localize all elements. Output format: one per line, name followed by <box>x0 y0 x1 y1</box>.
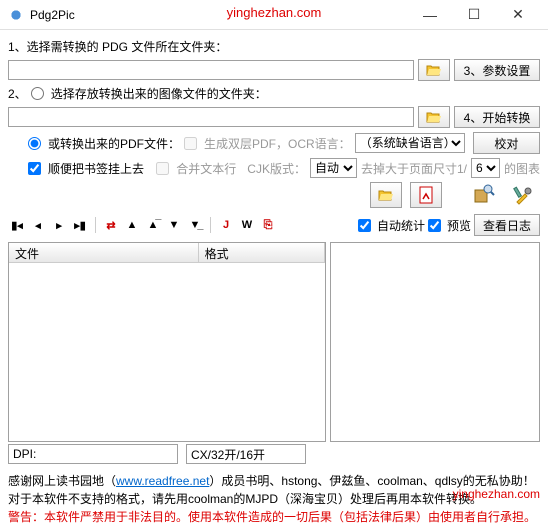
wrench-screwdriver-icon <box>513 184 535 206</box>
list-header: 文件 格式 <box>9 243 325 263</box>
cjk-label: CJK版式： <box>247 160 306 177</box>
pdf-export-button[interactable] <box>410 182 442 208</box>
bookmark-check[interactable] <box>28 162 41 175</box>
prev-button[interactable]: ◂ <box>29 216 47 234</box>
preview-label: 预览 <box>447 217 471 234</box>
box-search-icon <box>473 184 495 206</box>
folder-open-icon <box>426 110 442 124</box>
source-folder-input[interactable] <box>8 60 414 80</box>
watermark-bottom: yinghezhan.com <box>453 487 540 501</box>
pdf-output-radio[interactable] <box>28 137 41 150</box>
double-pdf-label: 生成双层PDF，OCR语言： <box>204 135 351 152</box>
w-button[interactable]: W <box>238 216 256 234</box>
col-file[interactable]: 文件 <box>9 243 199 262</box>
output-folder-radio[interactable] <box>31 87 44 100</box>
readfree-link[interactable]: www.readfree.net <box>116 474 209 488</box>
maximize-button[interactable]: ☐ <box>452 1 496 29</box>
settings-tool-button[interactable] <box>508 182 540 208</box>
cjk-select[interactable]: 自动 <box>310 158 357 178</box>
separator <box>210 217 211 233</box>
first-button[interactable]: ▮◂ <box>8 216 26 234</box>
folder-open-icon <box>426 63 442 77</box>
up-button[interactable]: ▲ <box>123 216 141 234</box>
autostat-label: 自动统计 <box>377 217 425 234</box>
nav-toolbar: ▮◂ ◂ ▸ ▸▮ ⇄ ▲ ▲̅ ▼ ▼̲ J W ⎘ 自动统计 预览 查看日志 <box>8 212 540 238</box>
down-button[interactable]: ▼ <box>165 216 183 234</box>
pdf-icon-button[interactable]: ⎘ <box>259 216 277 234</box>
convert-icon[interactable]: ⇄ <box>102 216 120 234</box>
size-status: CX/32开/16开 <box>186 444 306 464</box>
step1-label: 1、选择需转换的 PDG 文件所在文件夹： <box>8 38 227 55</box>
j-button[interactable]: J <box>217 216 235 234</box>
pdf-icon <box>418 186 434 204</box>
app-icon <box>8 7 24 23</box>
pdf-output-label: 或转换出来的PDF文件： <box>48 135 180 152</box>
dpi-status: DPI: <box>8 444 178 464</box>
minimize-button[interactable]: — <box>408 1 452 29</box>
last-button[interactable]: ▸▮ <box>71 216 89 234</box>
preview-pane <box>330 242 540 442</box>
trim-select[interactable]: 6 <box>471 158 500 178</box>
open-folder-button[interactable] <box>370 182 402 208</box>
separator <box>95 217 96 233</box>
step2-label: 2、 <box>8 85 27 102</box>
bottom-button[interactable]: ▼̲ <box>186 216 204 234</box>
folder-open-icon <box>377 188 395 202</box>
warning-text: 警告：本软件严禁用于非法目的。使用本软件造成的一切后果（包括法律后果）由使用者自… <box>8 508 540 526</box>
bookmark-label: 顺便把书签挂上去 <box>48 160 144 177</box>
watermark: yinghezhan.com <box>227 5 322 20</box>
window-title: Pdg2Pic <box>30 8 408 22</box>
ocr-lang-select[interactable]: （系统缺省语言） <box>355 133 465 153</box>
browse-output-button[interactable] <box>418 106 450 128</box>
double-pdf-check <box>184 137 197 150</box>
next-button[interactable]: ▸ <box>50 216 68 234</box>
col-format[interactable]: 格式 <box>199 243 325 262</box>
viewlog-button[interactable]: 查看日志 <box>474 214 540 236</box>
search-tool-button[interactable] <box>468 182 500 208</box>
chart-label: 的图表 <box>504 160 540 177</box>
merge-label: 合并文本行 <box>176 160 236 177</box>
output-folder-input[interactable] <box>8 107 414 127</box>
proofread-button[interactable]: 校对 <box>473 132 540 154</box>
trim-label: 去掉大于页面尺寸1/ <box>361 160 467 177</box>
preview-check[interactable] <box>428 219 441 232</box>
browse-source-button[interactable] <box>418 59 450 81</box>
autostat-check[interactable] <box>358 219 371 232</box>
output-folder-label: 选择存放转换出来的图像文件的文件夹： <box>51 85 267 102</box>
start-button[interactable]: 4、开始转换 <box>454 106 540 128</box>
close-button[interactable]: ✕ <box>496 1 540 29</box>
file-list[interactable]: 文件 格式 <box>8 242 326 442</box>
merge-check <box>156 162 169 175</box>
config-button[interactable]: 3、参数设置 <box>454 59 540 81</box>
top-button[interactable]: ▲̅ <box>144 216 162 234</box>
